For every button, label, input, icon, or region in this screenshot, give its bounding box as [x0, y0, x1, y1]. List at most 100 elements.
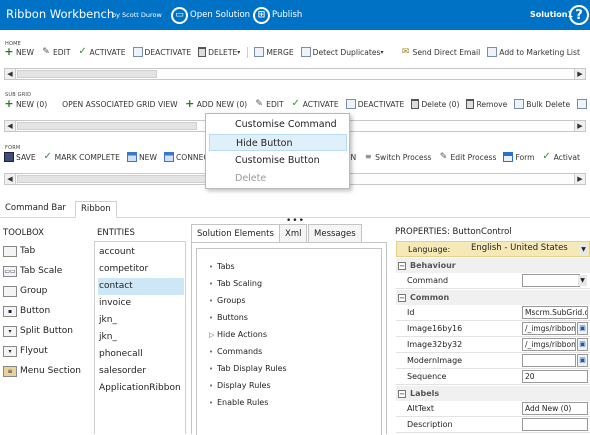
form-activate-button[interactable]: ✓ Activat	[542, 152, 580, 162]
toolbox-group[interactable]: Group	[3, 282, 47, 300]
mark-complete-button[interactable]: ✓ MARK COMPLETE	[43, 152, 120, 162]
tree-item-hide-actions[interactable]: ▷ Hide Actions	[209, 327, 267, 343]
sequence-field[interactable]: 20	[522, 370, 588, 383]
tab-ribbon[interactable]: Ribbon	[75, 201, 117, 218]
form-new-button[interactable]: NEW	[126, 152, 157, 162]
subgrid-new-button[interactable]: + NEW (0)	[4, 98, 47, 109]
scroll-left-icon[interactable]: ◀	[5, 121, 16, 131]
open-associated-grid-view-button[interactable]: OPEN ASSOCIATED GRID VIEW	[62, 100, 178, 109]
toolbox-flyout[interactable]: ▾ Flyout	[3, 342, 48, 360]
entity-item[interactable]: phonecall	[98, 346, 184, 363]
add-to-marketing-list-button[interactable]: Add to Marketing List	[487, 47, 580, 57]
delete-button[interactable]: DELETE ▾	[198, 47, 240, 57]
save-button[interactable]: SAVE	[4, 152, 36, 162]
entity-item[interactable]: jkn_	[98, 312, 184, 329]
image-picker-icon[interactable]: ▣	[577, 338, 588, 351]
solution-name[interactable]: Solution1	[530, 10, 573, 19]
subgrid-edit-button[interactable]: ✎ EDIT	[254, 99, 283, 109]
tree-item-enable-rules[interactable]: • Enable Rules	[209, 395, 268, 411]
publish-button[interactable]: ⊞ Publish	[253, 6, 302, 24]
help-icon[interactable]: ?	[569, 5, 589, 25]
tab-xml[interactable]: Xml	[279, 224, 308, 243]
language-select[interactable]: English - United States	[469, 243, 577, 256]
id-field[interactable]: Mscrm.SubGrid.co	[522, 306, 588, 319]
detect-duplicates-button[interactable]: Detect Duplicates ▾	[300, 47, 384, 57]
document-icon	[514, 99, 525, 109]
customise-command-menu-item[interactable]: Customise Command	[209, 116, 347, 133]
scroll-right-icon[interactable]: ▶	[574, 121, 585, 131]
entity-item[interactable]: jkn_	[98, 329, 184, 346]
entity-item[interactable]: competitor	[98, 261, 184, 278]
chevron-down-icon[interactable]: ▼	[579, 244, 588, 255]
deactivate-button[interactable]: DEACTIVATE	[132, 47, 191, 57]
modern-image-field[interactable]	[522, 354, 576, 367]
toolbox-split-button[interactable]: ▾ Split Button	[3, 322, 73, 340]
send-direct-email-button[interactable]: ✉ Send Direct Email	[401, 47, 481, 57]
tab-messages[interactable]: Messages	[308, 224, 362, 243]
entity-item[interactable]: invoice	[98, 295, 184, 312]
hide-button-menu-item[interactable]: Hide Button	[209, 134, 347, 151]
image16-field[interactable]: /_imgs/ribbon	[522, 322, 576, 335]
new-button[interactable]: + NEW	[4, 46, 34, 57]
form-icon	[503, 152, 514, 162]
category-common[interactable]: − Common	[396, 290, 590, 305]
save-icon	[4, 152, 14, 162]
toolbox-tab[interactable]: Tab	[3, 242, 35, 260]
image16-row: Image16by16 /_imgs/ribbon ▣	[396, 321, 590, 337]
activate-button[interactable]: ✓ ACTIVATE	[78, 47, 125, 57]
tree-item-buttons[interactable]: • Buttons	[209, 310, 248, 326]
subgrid-delete-button[interactable]: Delete (0)	[411, 99, 459, 109]
command-select[interactable]	[522, 274, 580, 287]
chevron-down-icon[interactable]: ▼	[578, 275, 587, 286]
tree-item-tab-display-rules[interactable]: • Tab Display Rules	[209, 361, 287, 377]
image-picker-icon[interactable]: ▣	[577, 354, 588, 367]
tree-item-commands[interactable]: • Commands	[209, 344, 262, 360]
home-scrollbar[interactable]: ◀ ▶	[4, 68, 586, 80]
entity-item[interactable]: account	[98, 244, 184, 261]
category-behaviour[interactable]: − Behaviour	[396, 258, 590, 273]
process-icon: ≡	[364, 152, 372, 161]
edit-button[interactable]: ✎ EDIT	[41, 47, 70, 57]
subgrid-activate-button[interactable]: ✓ ACTIVATE	[291, 99, 338, 109]
trash-icon	[411, 99, 420, 109]
bulk-delete-button[interactable]: Bulk Delete	[514, 99, 570, 109]
scroll-right-icon[interactable]: ▶	[574, 174, 585, 184]
alttext-field[interactable]: Add New (0)	[522, 402, 588, 415]
entity-item-selected[interactable]: contact	[98, 278, 184, 295]
subgrid-deactivate-button[interactable]: DEACTIVATE	[345, 99, 404, 109]
form-button[interactable]: Form	[503, 152, 535, 162]
tree-item-tabs[interactable]: • Tabs	[209, 259, 235, 275]
category-labels[interactable]: − Labels	[396, 386, 590, 401]
delete-menu-item[interactable]: Delete	[209, 170, 347, 187]
toolbox-button[interactable]: ▪ Button	[3, 302, 50, 320]
open-solution-button[interactable]: ▭ Open Solution	[171, 6, 250, 24]
scroll-left-icon[interactable]: ◀	[5, 174, 16, 184]
edit-process-button[interactable]: ✎ Edit Process	[439, 152, 497, 162]
scroll-right-icon[interactable]: ▶	[574, 69, 585, 79]
scroll-left-icon[interactable]: ◀	[5, 69, 16, 79]
connect-button[interactable]: CONNEC	[163, 152, 209, 162]
switch-process-button[interactable]: ≡ Switch Process	[363, 152, 432, 162]
scroll-thumb[interactable]	[17, 122, 197, 130]
merge-button[interactable]: MERGE	[254, 47, 294, 57]
toolbox-menu-section[interactable]: ≡ Menu Section	[3, 362, 81, 380]
toolbox-tab-scale[interactable]: ▭▭ Tab Scale	[3, 262, 62, 280]
tree-item-tab-scaling[interactable]: • Tab Scaling	[209, 276, 262, 292]
tree-item-groups[interactable]: • Groups	[209, 293, 246, 309]
entity-item[interactable]: salesorder	[98, 363, 184, 380]
view-tabs: Command Bar Ribbon	[0, 198, 590, 218]
add-new-button[interactable]: + ADD NEW (0)	[185, 98, 247, 109]
remove-button[interactable]: Remove	[466, 99, 507, 109]
image32-field[interactable]: /_imgs/ribbon	[522, 338, 576, 351]
tab-command-bar[interactable]: Command Bar	[0, 201, 71, 218]
entity-item[interactable]: ApplicationRibbon	[98, 380, 184, 397]
context-menu: Customise Command Hide Button Customise …	[205, 113, 350, 189]
tab-solution-elements[interactable]: Solution Elements	[191, 224, 280, 243]
description-field[interactable]	[522, 418, 588, 431]
tree-item-display-rules[interactable]: • Display Rules	[209, 378, 271, 394]
more-button[interactable]: M	[577, 99, 590, 109]
customise-button-menu-item[interactable]: Customise Button	[209, 152, 347, 169]
image-picker-icon[interactable]: ▣	[577, 322, 588, 335]
scroll-thumb[interactable]	[17, 175, 207, 183]
scroll-thumb[interactable]	[17, 70, 157, 78]
